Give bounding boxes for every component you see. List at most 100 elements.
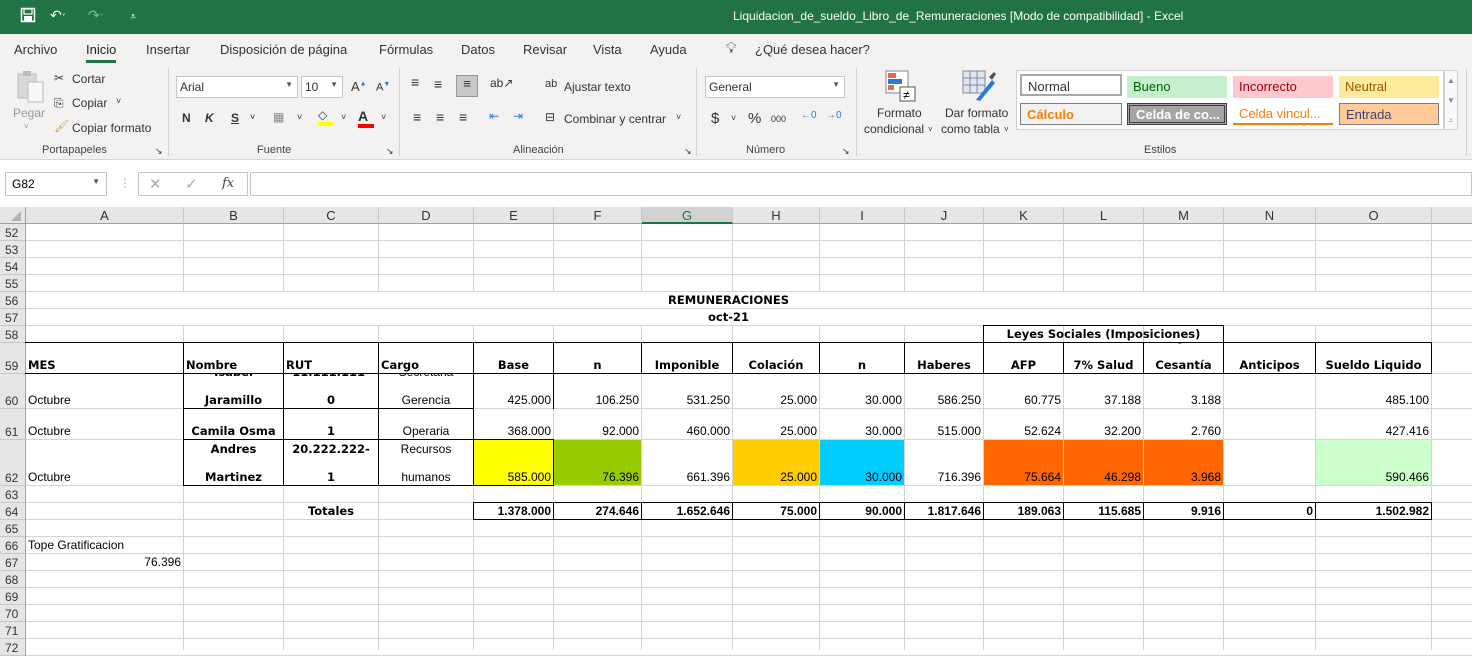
column-header-f[interactable]: F: [554, 207, 642, 224]
conditional-format-label-1[interactable]: Formato: [877, 106, 922, 120]
header-k[interactable]: AFP: [984, 343, 1063, 373]
customize-quick-access-icon[interactable]: ⩡: [130, 10, 136, 24]
row-header-69[interactable]: 69: [0, 588, 26, 605]
total-anticipos[interactable]: 0: [1224, 503, 1315, 519]
total-gratificacion[interactable]: 274.646: [554, 503, 641, 519]
cell-afp[interactable]: 60.775: [984, 374, 1063, 408]
select-all-button[interactable]: [0, 207, 26, 224]
column-header-j[interactable]: J: [905, 207, 984, 224]
total-colacion[interactable]: 75.000: [733, 503, 819, 519]
align-right-icon[interactable]: ≡: [459, 109, 467, 125]
style-bueno[interactable]: Bueno: [1127, 76, 1227, 98]
style-celda-comprobacion[interactable]: Celda de co...: [1127, 103, 1227, 125]
header-h[interactable]: Colación: [733, 343, 819, 373]
cell-total-imponible[interactable]: 460.000: [642, 409, 732, 439]
wrap-text-button[interactable]: Ajustar texto: [564, 80, 631, 94]
style-normal[interactable]: Normal: [1020, 74, 1122, 96]
style-neutral[interactable]: Neutral: [1339, 76, 1439, 98]
save-icon[interactable]: [20, 7, 36, 27]
increase-decimal-icon[interactable]: ←0: [801, 110, 817, 121]
paste-button[interactable]: Pegar: [13, 106, 45, 120]
cell-rut[interactable]: 11.111.111- 0: [284, 374, 378, 408]
merge-dropdown-icon[interactable]: ˅: [676, 112, 681, 122]
column-header-k[interactable]: K: [984, 207, 1064, 224]
cell-salud[interactable]: 46.298: [1064, 440, 1143, 485]
cell-movilizacion[interactable]: 30.000: [820, 374, 904, 408]
conditional-format-icon[interactable]: ≠: [885, 70, 919, 105]
conditional-format-label-2[interactable]: condicional: [864, 122, 924, 136]
align-bottom-icon[interactable]: ≡: [456, 75, 478, 97]
cell-nombre[interactable]: Camila Osma: [184, 409, 283, 439]
cell-anticipos[interactable]: [1224, 409, 1315, 439]
borders-icon[interactable]: ▦: [273, 110, 284, 124]
tab-insertar[interactable]: Insertar: [146, 42, 190, 57]
cell-anticipos[interactable]: [1224, 440, 1315, 485]
number-format-select[interactable]: General ▼: [705, 76, 845, 98]
header-m[interactable]: Seguro Cesantía: [1144, 343, 1223, 373]
cell-movilizacion[interactable]: 30.000: [820, 440, 904, 485]
decrease-decimal-icon[interactable]: →0: [826, 110, 842, 121]
cell-salud[interactable]: 32.200: [1064, 409, 1143, 439]
row-header-65[interactable]: 65: [0, 520, 26, 537]
font-launcher-icon[interactable]: ↘: [386, 146, 394, 157]
cell-total-haberes[interactable]: 716.396: [905, 440, 983, 485]
cell-afp[interactable]: 75.664: [984, 440, 1063, 485]
header-j[interactable]: Total Haberes: [905, 343, 983, 373]
name-box[interactable]: G82 ▼: [5, 172, 107, 196]
row-header-66[interactable]: 66: [0, 537, 26, 554]
cell-seguro-cesantia[interactable]: 3.968: [1144, 440, 1223, 485]
column-header-d[interactable]: D: [379, 207, 474, 224]
font-color-icon[interactable]: A: [358, 108, 374, 128]
total-seguro-cesantia[interactable]: 9.916: [1144, 503, 1223, 519]
tab-vista[interactable]: Vista: [593, 42, 622, 57]
tab-formulas[interactable]: Fórmulas: [379, 42, 433, 57]
row-header-57[interactable]: 57: [0, 309, 26, 326]
cell-sueldo-liquido[interactable]: 590.466: [1316, 440, 1431, 485]
total-salud[interactable]: 115.685: [1064, 503, 1143, 519]
cell-afp[interactable]: 52.624: [984, 409, 1063, 439]
header-b[interactable]: Nombre: [184, 343, 283, 373]
format-painter-button[interactable]: Copiar formato: [72, 121, 151, 135]
report-period[interactable]: oct-21: [26, 309, 1431, 325]
cell-sueldo-liquido[interactable]: 427.416: [1316, 409, 1431, 439]
totals-label[interactable]: Totales: [284, 503, 378, 519]
style-celda-vinculada[interactable]: Celda vincul...: [1233, 103, 1333, 125]
style-entrada[interactable]: Entrada: [1339, 103, 1439, 125]
header-n[interactable]: Anticipos: [1224, 343, 1315, 373]
cut-button[interactable]: Cortar: [72, 72, 105, 86]
format-as-table-label-2[interactable]: como tabla: [941, 122, 1000, 136]
total-sueldo-base[interactable]: 1.378.000: [474, 503, 553, 519]
row-header-61[interactable]: 61: [0, 409, 26, 440]
total-sueldo-liquido[interactable]: 1.502.982: [1316, 503, 1431, 519]
clipboard-launcher-icon[interactable]: ↘: [155, 146, 163, 157]
fill-color-dropdown-icon[interactable]: ˅: [341, 112, 346, 122]
cell-sueldo-base[interactable]: 425.000: [474, 374, 553, 408]
cell-cargo[interactable]: Operaria: [379, 409, 473, 439]
cell-sueldo-liquido[interactable]: 485.100: [1316, 374, 1431, 408]
orientation-icon[interactable]: ab↗: [490, 76, 513, 90]
cancel-icon[interactable]: ✕: [149, 175, 162, 193]
tell-me-search[interactable]: ¿Qué desea hacer?: [755, 42, 870, 57]
enter-icon[interactable]: ✓: [185, 175, 198, 193]
row-header-64[interactable]: 64: [0, 503, 26, 520]
format-as-table-icon[interactable]: [962, 70, 996, 105]
percent-button[interactable]: %: [748, 110, 761, 127]
row-header-72[interactable]: 72: [0, 639, 26, 656]
column-header-n[interactable]: N: [1224, 207, 1316, 224]
font-color-dropdown-icon[interactable]: ˅: [381, 112, 386, 122]
cell-salud[interactable]: 37.188: [1064, 374, 1143, 408]
column-header-h[interactable]: H: [733, 207, 820, 224]
cell-nombre[interactable]: Isabel Jaramillo: [184, 374, 283, 408]
cell-total-imponible[interactable]: 661.396: [642, 440, 732, 485]
column-header-c[interactable]: C: [284, 207, 379, 224]
undo-icon[interactable]: ↶˅: [50, 8, 66, 24]
formula-input[interactable]: [250, 172, 1472, 196]
column-header-e[interactable]: E: [474, 207, 554, 224]
cell-gratificacion[interactable]: 76.396: [554, 440, 641, 485]
row-header-53[interactable]: 53: [0, 241, 26, 258]
row-header-58[interactable]: 58: [0, 326, 26, 343]
total-total-haberes[interactable]: 1.817.646: [905, 503, 983, 519]
cell-colacion[interactable]: 25.000: [733, 409, 819, 439]
insert-function-icon[interactable]: fx: [222, 176, 234, 191]
header-i[interactable]: Movilizació n: [820, 343, 904, 373]
